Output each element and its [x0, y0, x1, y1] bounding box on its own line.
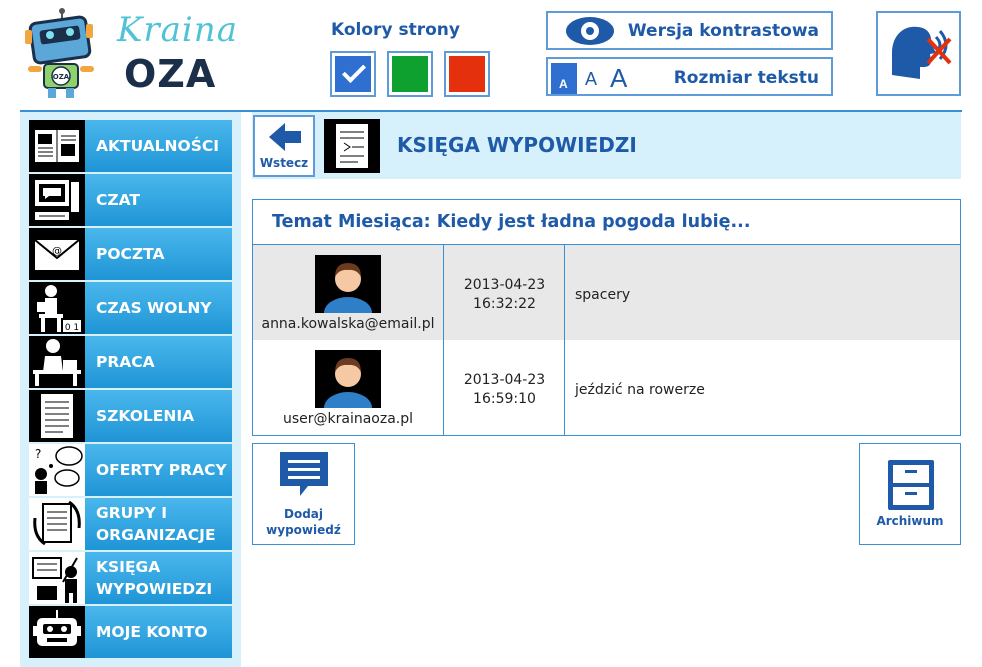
entry-datetime: 2013-04-23 16:59:10: [463, 372, 546, 407]
contrast-version-label: Wersja kontrastowa: [627, 21, 819, 41]
entry-datetime: 2013-04-23 16:32:22: [463, 277, 546, 312]
sidebar-item-grupy-i-organizacje[interactable]: GRUPY I ORGANIZACJE: [29, 498, 232, 550]
divider: [564, 340, 565, 435]
color-swatch-blue[interactable]: [330, 51, 376, 97]
avatar: [315, 255, 381, 313]
user-avatar-icon: [324, 263, 372, 313]
back-button[interactable]: Wstecz: [253, 115, 315, 177]
document-icon: [29, 390, 85, 442]
desk-worker-icon: [29, 336, 85, 388]
robot-mascot-icon: OZA: [25, 8, 94, 98]
page-header: Wstecz KSIĘGA WYPOWIEDZI: [252, 112, 961, 179]
statements-table: Temat Miesiąca: Kiedy jest ładna pogoda …: [252, 199, 961, 436]
document-icon: [324, 119, 380, 173]
groups-documents-icon: [29, 498, 85, 550]
sidebar-item-label: AKTUALNOŚCI: [96, 137, 220, 155]
svg-text:0 1: 0 1: [65, 323, 79, 333]
entry-author: user@krainaoza.pl: [282, 411, 414, 427]
envelope-icon: @: [29, 228, 85, 280]
sidebar: AKTUALNOŚCI CZAT @ POCZTA 0 1 CZAS WOLNY…: [20, 112, 241, 667]
sidebar-item-ksiega-wypowiedzi[interactable]: KSIĘGA WYPOWIEDZI: [29, 552, 232, 604]
sidebar-item-poczta[interactable]: @ POCZTA: [29, 228, 232, 280]
newspaper-icon: [29, 120, 85, 172]
svg-text:@: @: [52, 246, 62, 257]
site-logo[interactable]: OZA Kraina OZA: [22, 6, 237, 102]
add-statement-label: Dodaj wypowiedź: [266, 507, 341, 537]
archive-button[interactable]: Archiwum: [859, 443, 961, 545]
text-size-large-button[interactable]: A: [610, 63, 627, 94]
sidebar-item-aktualnosci[interactable]: AKTUALNOŚCI: [29, 120, 232, 172]
user-avatar-icon: [324, 358, 372, 408]
page-colors-label: Kolory strony: [331, 20, 460, 40]
speech-off-icon: [892, 26, 952, 79]
sidebar-item-label: GRUPY I ORGANIZACJE: [96, 504, 216, 544]
text-size-control: A A A Rozmiar tekstu: [546, 57, 833, 96]
sidebar-item-moje-konto[interactable]: MOJE KONTO: [29, 606, 232, 658]
color-swatch-red[interactable]: [444, 51, 490, 97]
sidebar-item-czat[interactable]: CZAT: [29, 174, 232, 226]
sidebar-item-label: CZAS WOLNY: [96, 299, 212, 317]
back-button-label: Wstecz: [259, 156, 309, 170]
sidebar-item-label: PRACA: [96, 353, 155, 371]
add-statement-button[interactable]: Dodaj wypowiedź: [252, 443, 355, 545]
sidebar-item-label: OFERTY PRACY: [96, 461, 227, 479]
sidebar-item-szkolenia[interactable]: SZKOLENIA: [29, 390, 232, 442]
robot-face-icon: [29, 606, 85, 658]
divider: [564, 245, 565, 340]
entry-answer: spacery: [575, 287, 631, 303]
text-size-small-button[interactable]: A: [551, 63, 577, 94]
sidebar-item-label: CZAT: [96, 191, 140, 209]
color-swatch-green[interactable]: [387, 51, 433, 97]
sidebar-item-label: KSIĘGA WYPOWIEDZI: [96, 558, 213, 598]
text-size-medium-button[interactable]: A: [585, 69, 597, 90]
speech-toggle-button[interactable]: [876, 11, 961, 96]
free-time-icon: 0 1: [29, 282, 85, 334]
table-row: anna.kowalska@email.pl 2013-04-23 16:32:…: [253, 245, 960, 340]
svg-text:?: ?: [35, 447, 41, 461]
header: OZA Kraina OZA Kolory strony Wersja kont…: [0, 0, 982, 112]
contrast-version-button[interactable]: Wersja kontrastowa: [546, 11, 833, 50]
writing-person-icon: [29, 552, 85, 604]
sidebar-item-oferty-pracy[interactable]: ? OFERTY PRACY: [29, 444, 232, 496]
sidebar-item-czas-wolny[interactable]: 0 1 CZAS WOLNY: [29, 282, 232, 334]
arrow-left-icon: [269, 123, 301, 151]
entry-author: anna.kowalska@email.pl: [261, 316, 435, 332]
table-row: user@krainaoza.pl 2013-04-23 16:59:10 je…: [253, 340, 960, 435]
page-title: KSIĘGA WYPOWIEDZI: [397, 133, 637, 157]
topic-of-month-title: Temat Miesiąca: Kiedy jest ładna pogoda …: [272, 212, 751, 232]
computer-chat-icon: [29, 174, 85, 226]
checkmark-icon: [341, 58, 367, 84]
sidebar-item-label: POCZTA: [96, 245, 165, 263]
eye-icon: [566, 17, 614, 45]
avatar: [315, 350, 381, 408]
logo-text-oza: OZA: [124, 52, 217, 96]
sidebar-item-praca[interactable]: PRACA: [29, 336, 232, 388]
speech-bubble-icon: [280, 452, 328, 496]
file-cabinet-icon: [888, 460, 934, 510]
text-size-label: Rozmiar tekstu: [673, 68, 819, 88]
sidebar-item-label: SZKOLENIA: [96, 407, 195, 425]
svg-text:OZA: OZA: [53, 73, 70, 81]
sidebar-item-label: MOJE KONTO: [96, 623, 208, 641]
archive-label: Archiwum: [876, 514, 944, 528]
logo-text-kraina: Kraina: [117, 10, 238, 50]
entry-answer: jeździć na rowerze: [575, 382, 705, 398]
thinking-person-icon: ?: [29, 444, 85, 496]
